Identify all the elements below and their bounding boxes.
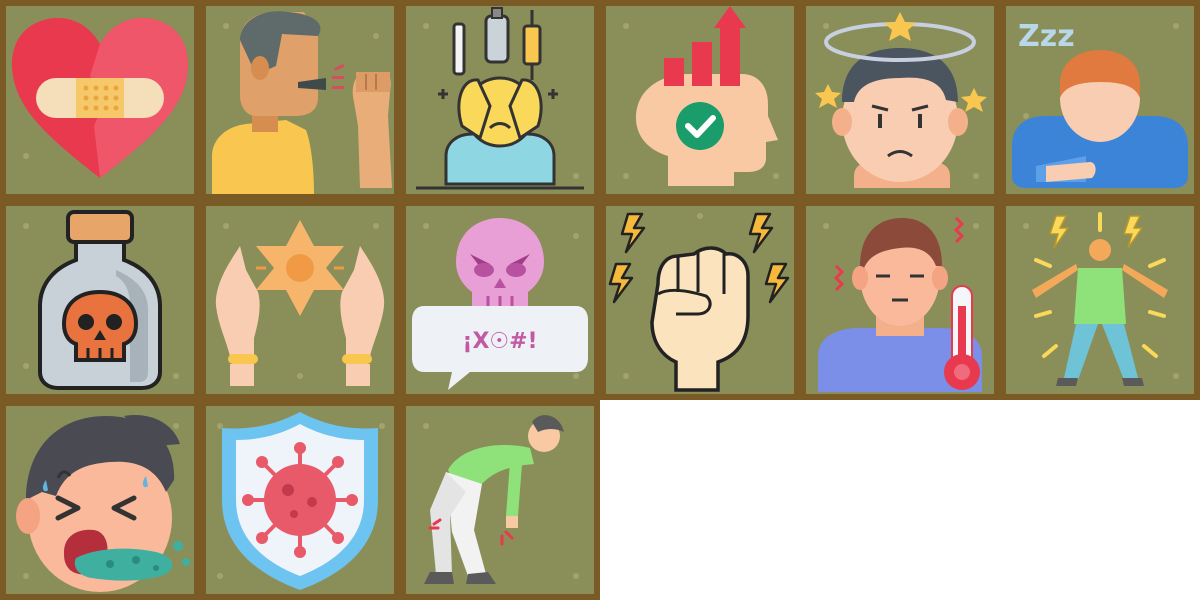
stressed-person-drugs-icon (416, 7, 584, 190)
tile-mind-growth[interactable] (600, 0, 800, 200)
curse-symbols-label: ¡X☉#! (462, 329, 537, 354)
tile-fist-power[interactable] (600, 200, 800, 400)
icon-grid: Zzz ¡X☉#! (0, 0, 1200, 600)
tile-angry-curse[interactable]: ¡X☉#! (400, 200, 600, 400)
vomiting-man-icon (16, 415, 190, 592)
fist-power-icon (608, 212, 790, 392)
coughing-man-icon (212, 11, 392, 194)
angry-curse-bubble-icon: ¡X☉#! (412, 218, 588, 390)
sleepy-man-icon: Zzz (1012, 19, 1188, 188)
tile-broken-heart[interactable] (0, 0, 200, 200)
hands-star-healing-icon (215, 220, 385, 386)
tile-shaking-person[interactable] (1000, 200, 1200, 400)
tile-stressed-person[interactable] (400, 0, 600, 200)
tile-vomiting-man[interactable] (0, 400, 200, 600)
tile-sleepy-man[interactable]: Zzz (1000, 0, 1200, 200)
broken-heart-bandage-icon (12, 18, 188, 178)
tile-back-pain[interactable] (400, 400, 600, 600)
tile-fever[interactable] (800, 200, 1000, 400)
virus-shield-icon (217, 412, 385, 590)
tile-virus-shield[interactable] (200, 400, 400, 600)
back-pain-person-icon (423, 415, 579, 584)
fever-thermometer-icon (818, 216, 982, 392)
tile-poison-bottle[interactable] (0, 200, 200, 400)
dizzy-man-icon (815, 12, 987, 188)
tile-hands-healing[interactable] (200, 200, 400, 400)
tile-coughing-man[interactable] (200, 0, 400, 200)
tile-dizzy-man[interactable] (800, 0, 1000, 200)
poison-bottle-icon (23, 210, 179, 390)
mind-growth-check-icon (623, 6, 779, 186)
shaking-person-icon (1023, 212, 1179, 386)
sleep-zzz-label: Zzz (1018, 19, 1075, 54)
